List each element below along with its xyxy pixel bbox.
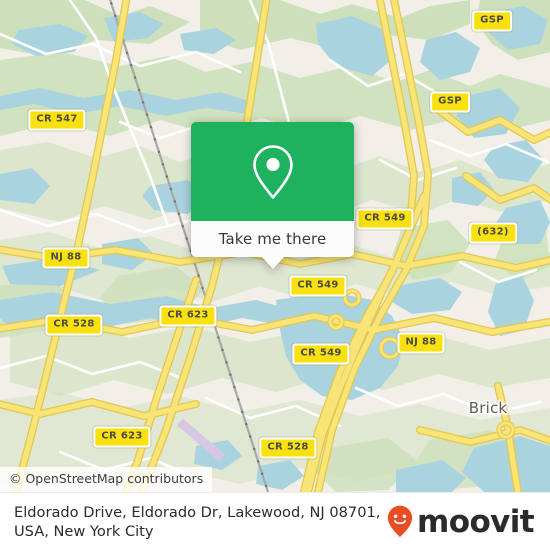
road-shield: NJ 88 (397, 332, 445, 354)
road-shield: CR 549 (356, 208, 414, 230)
moovit-logo[interactable]: moovit (387, 505, 536, 538)
road-shield: CR 528 (259, 437, 317, 459)
callout-icon-panel (191, 122, 354, 221)
road-shield: GSP (472, 10, 512, 32)
map-attribution[interactable]: © OpenStreetMap contributors (0, 466, 213, 492)
footer-bar: Eldorado Drive, Eldorado Dr, Lakewood, N… (0, 492, 550, 550)
map-page: GSP GSP CR 547 CR 549 (632) NJ 88 CR 549… (0, 0, 550, 550)
road-shield: NJ 88 (42, 247, 90, 269)
road-shield: CR 549 (289, 275, 347, 297)
address-text: Eldorado Drive, Eldorado Dr, Lakewood, N… (14, 503, 381, 540)
road-shield: CR 528 (45, 314, 103, 336)
callout-pointer (261, 257, 284, 269)
take-me-there-callout[interactable]: Take me there (191, 122, 354, 269)
place-label-brick: Brick (468, 399, 508, 417)
road-shield: CR 623 (159, 305, 217, 327)
road-shield: CR 547 (28, 109, 86, 131)
road-shield: CR 549 (292, 343, 350, 365)
take-me-there-button[interactable]: Take me there (191, 221, 354, 269)
map-canvas[interactable]: GSP GSP CR 547 CR 549 (632) NJ 88 CR 549… (0, 0, 550, 492)
moovit-smiley-pin-icon (387, 505, 413, 538)
road-shield: GSP (430, 91, 470, 113)
map-pin-icon (250, 143, 296, 201)
road-shield: (632) (469, 222, 517, 244)
take-me-there-label: Take me there (218, 229, 327, 248)
road-shield: CR 623 (93, 426, 151, 448)
moovit-wordmark: moovit (417, 504, 535, 540)
